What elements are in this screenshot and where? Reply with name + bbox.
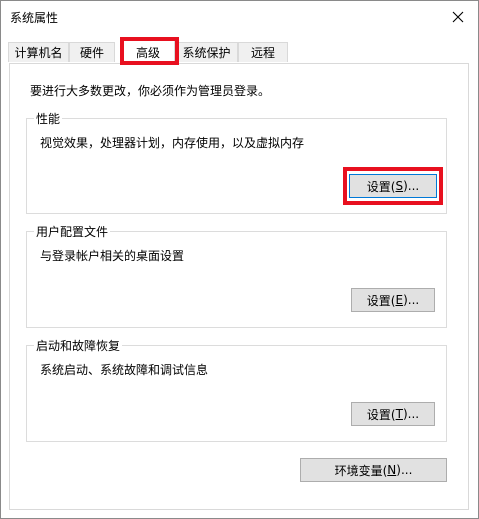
- close-icon: [452, 11, 464, 23]
- window-title: 系统属性: [10, 11, 59, 25]
- user-profiles-settings-button[interactable]: 设置(E)...: [351, 288, 435, 312]
- environment-variables-button[interactable]: 环境变量(N)...: [300, 458, 447, 482]
- close-button[interactable]: [438, 1, 478, 33]
- title-bar: 系统属性: [1, 1, 478, 33]
- startup-recovery-description: 系统启动、系统故障和调试信息: [40, 363, 209, 377]
- startup-recovery-settings-button[interactable]: 设置(T)...: [351, 402, 435, 426]
- performance-description: 视觉效果，处理器计划，内存使用，以及虚拟内存: [40, 136, 305, 150]
- user-profiles-description: 与登录帐户相关的桌面设置: [40, 249, 185, 263]
- tab-advanced[interactable]: 高级: [121, 40, 175, 64]
- tab-system-protection[interactable]: 系统保护: [175, 42, 238, 62]
- admin-note: 要进行大多数更改，你必须作为管理员登录。: [30, 84, 271, 98]
- tab-strip: 计算机名 硬件 高级 系统保护 远程: [8, 40, 470, 64]
- tab-remote[interactable]: 远程: [238, 42, 288, 62]
- user-profiles-group-title: 用户配置文件: [34, 223, 111, 240]
- performance-group: 性能 视觉效果，处理器计划，内存使用，以及虚拟内存: [26, 110, 447, 214]
- startup-recovery-group-title: 启动和故障恢复: [34, 337, 123, 354]
- performance-group-title: 性能: [34, 110, 63, 127]
- tab-hardware[interactable]: 硬件: [69, 42, 115, 62]
- user-profiles-group: 用户配置文件 与登录帐户相关的桌面设置: [26, 223, 447, 328]
- startup-recovery-group: 启动和故障恢复 系统启动、系统故障和调试信息: [26, 337, 447, 442]
- performance-settings-button[interactable]: 设置(S)...: [349, 174, 437, 198]
- tab-computer-name[interactable]: 计算机名: [8, 42, 69, 62]
